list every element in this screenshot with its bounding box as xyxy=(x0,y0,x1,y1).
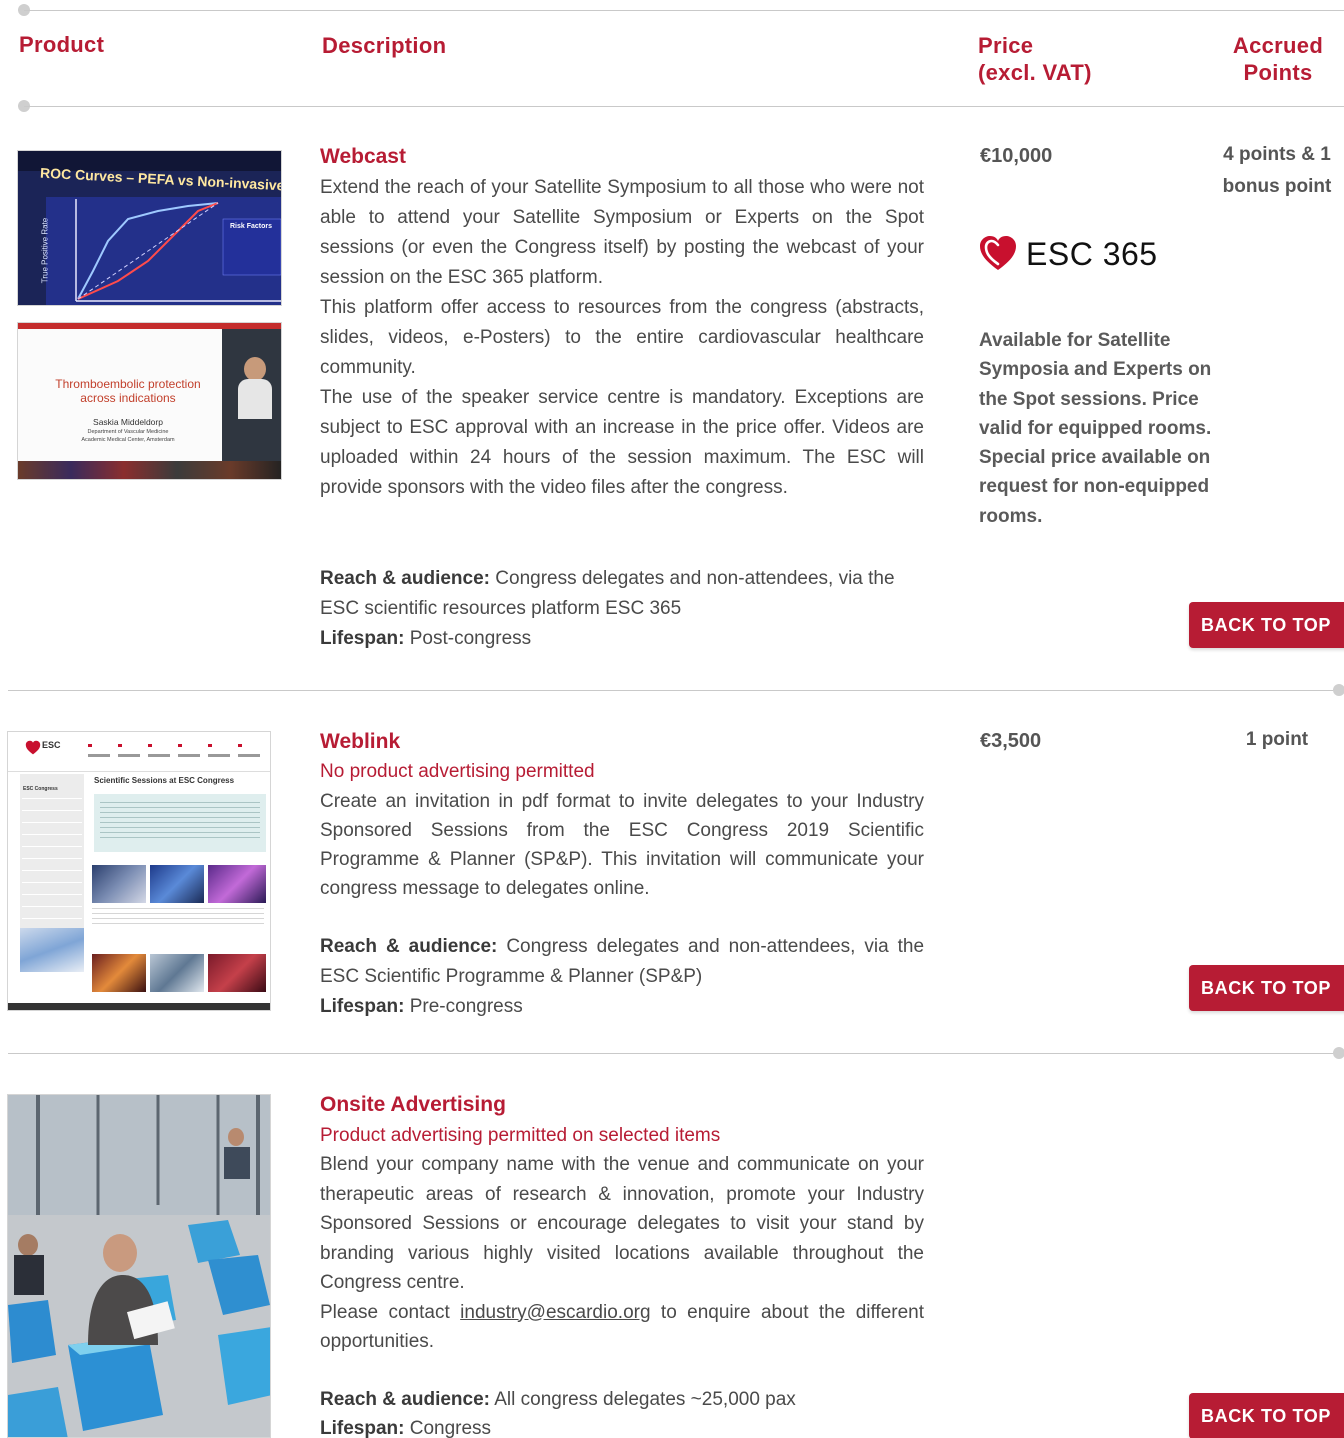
product-description: Extend the reach of your Satellite Sympo… xyxy=(320,173,924,503)
lifespan-label: Lifespan: xyxy=(320,1418,405,1438)
back-to-top-button[interactable]: BACK TO TOP xyxy=(1189,965,1344,1011)
header-top-rule xyxy=(24,10,1344,11)
availability-note: Available for Satellite Symposia and Exp… xyxy=(979,330,1212,527)
slide-risk-title: Risk Factors xyxy=(230,223,273,230)
rule-dot xyxy=(1333,1047,1344,1059)
heart-logo-icon xyxy=(980,236,1016,270)
product-description: Blend your company name with the venue a… xyxy=(320,1150,924,1357)
description-paragraph: The use of the speaker service centre is… xyxy=(320,387,924,498)
header-bottom-rule xyxy=(24,106,1344,107)
webcast-slide-image: ROC Curves – PEFA vs Non-invasive True P… xyxy=(17,150,282,306)
venue-photo xyxy=(8,1095,270,1437)
product-meta: Reach & audience: All congress delegates… xyxy=(320,1385,924,1438)
slide-heading: Thromboembolic protection across indicat… xyxy=(55,377,201,405)
description-paragraph: Extend the reach of your Satellite Sympo… xyxy=(320,177,924,288)
back-to-top-button[interactable]: BACK TO TOP xyxy=(1189,1393,1344,1438)
section-rule xyxy=(8,1053,1338,1054)
reach-label: Reach & audience: xyxy=(320,568,490,589)
product-points: 1 point xyxy=(1245,729,1309,750)
slide-institution: Academic Medical Center, Amsterdam xyxy=(81,437,175,443)
esc365-logo-text: ESC 365 xyxy=(1026,235,1158,272)
column-header-description: Description xyxy=(322,33,447,58)
product-title: Weblink xyxy=(320,730,401,753)
weblink-screenshot-image: ESC ESC Congress Scientific Sessions at … xyxy=(7,731,271,1011)
reach-label: Reach & audience: xyxy=(320,936,498,957)
onsite-advertising-photo xyxy=(7,1094,271,1438)
product-title: Webcast xyxy=(320,145,406,168)
lifespan-label: Lifespan: xyxy=(320,996,405,1017)
screenshot-sidebar-title: ESC Congress xyxy=(23,786,58,792)
product-price: €10,000 xyxy=(980,145,1053,167)
slide-speaker: Saskia Middeldorp xyxy=(93,417,163,427)
description-paragraph: Blend your company name with the venue a… xyxy=(320,1154,924,1293)
description-paragraph: Create an invitation in pdf format to in… xyxy=(320,791,924,899)
column-header-product: Product xyxy=(19,32,105,57)
column-header-points: Accrued Points xyxy=(1232,33,1324,85)
screenshot-heading: Scientific Sessions at ESC Congress xyxy=(94,776,235,785)
webcast-session-image: Thromboembolic protection across indicat… xyxy=(17,322,282,480)
product-description: Create an invitation in pdf format to in… xyxy=(320,787,924,903)
description-paragraph: This platform offer access to resources … xyxy=(320,297,924,378)
back-to-top-button[interactable]: BACK TO TOP xyxy=(1189,602,1344,648)
reach-label: Reach & audience: xyxy=(320,1389,490,1410)
esc-mini-heart-icon xyxy=(25,740,41,755)
product-meta: Reach & audience: Congress delegates and… xyxy=(320,564,924,654)
reach-value: All congress delegates ~25,000 pax xyxy=(494,1389,796,1410)
product-subtitle: Product advertising permitted on selecte… xyxy=(320,1125,721,1146)
lifespan-label: Lifespan: xyxy=(320,628,405,649)
screenshot-logo: ESC xyxy=(42,740,61,750)
lifespan-value: Pre-congress xyxy=(409,996,523,1017)
section-rule xyxy=(8,690,1338,691)
column-header-price: Price (excl. VAT) xyxy=(978,33,1092,85)
product-points: 4 points & 1 bonus point xyxy=(1222,144,1332,197)
esc365-logo: ESC 365 xyxy=(978,234,1158,274)
rule-dot xyxy=(1333,684,1344,696)
contact-email-link[interactable]: industry@escardio.org xyxy=(460,1302,650,1323)
product-subtitle: No product advertising permitted xyxy=(320,761,595,782)
contact-text: Please contact xyxy=(320,1301,461,1323)
product-title: Onsite Advertising xyxy=(320,1093,506,1116)
lifespan-value: Post-congress xyxy=(409,628,532,649)
lifespan-value: Congress xyxy=(409,1418,492,1438)
contact-paragraph: Please contact industry@escardio.org to … xyxy=(320,1298,924,1357)
slide-department: Department of Vascular Medicine xyxy=(87,429,169,435)
slide-axis-label: True Positive Rate xyxy=(40,217,50,284)
product-meta: Reach & audience: Congress delegates and… xyxy=(320,932,924,1022)
product-price: €3,500 xyxy=(980,730,1042,752)
